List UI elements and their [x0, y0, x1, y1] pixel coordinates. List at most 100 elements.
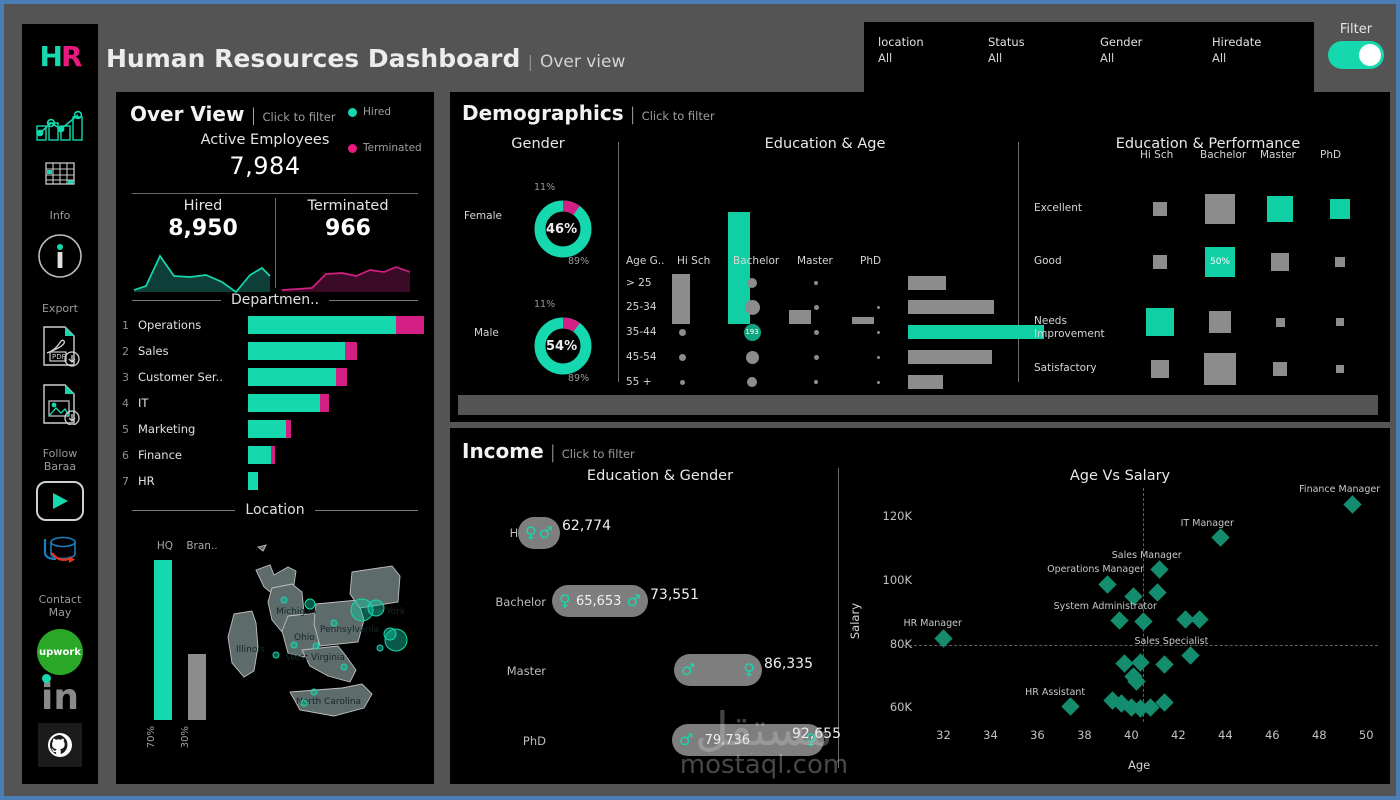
image-export-icon[interactable] — [39, 383, 81, 429]
department-bar[interactable] — [248, 316, 424, 334]
edu-perf-row-header[interactable]: Excellent — [1034, 202, 1104, 215]
scatter-point[interactable] — [1190, 609, 1209, 629]
female-symbol-master: ♀ — [743, 660, 755, 679]
edu-perf-cell[interactable] — [1151, 360, 1169, 378]
edu-perf-row-header[interactable]: Needs Improvement — [1034, 315, 1105, 341]
department-row[interactable]: 5 Marketing — [116, 420, 434, 438]
edu-perf-cell[interactable] — [1209, 311, 1231, 333]
filter-toggle-switch[interactable] — [1328, 41, 1384, 69]
scatter-point[interactable] — [1133, 612, 1153, 631]
department-row[interactable]: 4 IT — [116, 394, 434, 412]
github-icon[interactable] — [38, 723, 82, 767]
education-gender-title: Education & Gender — [586, 468, 734, 484]
edu-perf-col-header[interactable]: Bachelor — [1200, 149, 1246, 161]
table-icon[interactable] — [45, 161, 75, 191]
department-rank: 7 — [122, 474, 129, 488]
location-map[interactable]: Michigan Illinois Ohio Pennsylvania New … — [224, 542, 424, 772]
income-pill-bachelor[interactable]: ♀ 65,653 ♂ — [552, 585, 648, 617]
location-bar-hq[interactable]: HQ — [152, 540, 178, 552]
scatter-point[interactable] — [1211, 528, 1230, 548]
department-bar-terminated — [320, 394, 329, 412]
info-circle-icon[interactable] — [36, 232, 84, 284]
income-row-label-bachelor: Bachelor — [495, 595, 546, 609]
edu-perf-cell[interactable] — [1275, 317, 1285, 327]
department-row[interactable]: 1 Operations — [116, 316, 434, 334]
department-row[interactable]: 2 Sales — [116, 342, 434, 360]
chart-icon[interactable] — [34, 93, 86, 149]
edu-perf-col-header[interactable]: Hi Sch — [1140, 149, 1173, 161]
edu-perf-cell[interactable]: 50% — [1205, 247, 1235, 277]
department-divider: Departmen.. — [116, 292, 434, 308]
scatter-point-label: HR Manager — [903, 618, 962, 630]
filter-hiredate[interactable]: Hiredate All — [1212, 35, 1261, 65]
income-pill-hisch[interactable]: ♀ ♂ — [518, 517, 560, 549]
department-bar[interactable] — [248, 446, 275, 464]
edu-perf-cell[interactable] — [1330, 199, 1350, 219]
scatter-point[interactable] — [1110, 611, 1129, 630]
department-name: IT — [138, 396, 149, 410]
scatter-point[interactable] — [1150, 560, 1169, 579]
edu-perf-cell[interactable] — [1336, 365, 1344, 373]
edu-perf-row-header[interactable]: Good — [1034, 255, 1104, 268]
demographics-horizontal-scrollbar[interactable] — [458, 395, 1378, 415]
department-row[interactable]: 6 Finance — [116, 446, 434, 464]
department-bar[interactable] — [248, 394, 329, 412]
legend-hired[interactable]: Hired — [348, 106, 391, 118]
department-bar[interactable] — [248, 342, 357, 360]
edu-perf-cell[interactable] — [1205, 194, 1235, 224]
edu-perf-row-header[interactable]: Satisfactory — [1034, 362, 1104, 375]
location-bar-branch-label: Bran.. — [186, 540, 218, 552]
edu-perf-cell[interactable] — [1153, 202, 1167, 216]
income-pill-master[interactable]: ♂ ♀ — [674, 654, 762, 686]
department-bar[interactable] — [248, 368, 347, 386]
department-bar-hired — [248, 342, 345, 360]
department-name: Finance — [138, 448, 182, 462]
department-row[interactable]: 7 HR — [116, 472, 434, 490]
edu-perf-cell[interactable] — [1267, 196, 1293, 222]
linkedin-icon[interactable]: in — [41, 674, 79, 716]
scatter-point[interactable] — [1180, 646, 1200, 666]
location-hq-bar-fill[interactable] — [154, 560, 172, 720]
scatter-ytick: 60K — [889, 700, 912, 715]
age-salary-scatter-plot[interactable]: 60K 80K 100K 120K 32 34 36 38 40 42 44 46 48 50 Financ… — [864, 484, 1384, 750]
edu-perf-cell[interactable] — [1335, 257, 1345, 267]
department-bar[interactable] — [248, 420, 291, 438]
department-bar-hired — [248, 368, 336, 386]
location-branch-bar-fill[interactable] — [188, 654, 206, 720]
edu-perf-cell[interactable] — [1153, 255, 1167, 269]
upwork-icon[interactable]: upwork — [37, 629, 83, 675]
filter-toggle-group: Filter — [1320, 22, 1392, 69]
age-salary-ylabel: Salary — [848, 603, 862, 640]
active-employees-value: 7,984 — [229, 152, 301, 180]
department-bar[interactable] — [248, 472, 258, 490]
refresh-data-icon[interactable] — [38, 531, 82, 575]
scatter-xtick: 44 — [1218, 728, 1233, 742]
edu-perf-cell[interactable] — [1273, 362, 1287, 376]
edu-perf-cell[interactable] — [1271, 253, 1289, 271]
kpi-vertical-divider — [275, 198, 276, 288]
map-label-westvirginia: West Virginia — [286, 653, 345, 663]
location-divider: Location — [116, 502, 434, 518]
filter-status[interactable]: Status All — [988, 35, 1025, 65]
edu-perf-cell[interactable] — [1204, 353, 1236, 385]
scatter-point[interactable] — [1155, 655, 1174, 674]
scatter-point[interactable] — [1148, 582, 1167, 602]
income-filter-hint[interactable]: Click to filter — [562, 447, 635, 461]
edu-perf-cell[interactable] — [1336, 318, 1344, 326]
scatter-point[interactable] — [1098, 574, 1118, 594]
play-button-icon[interactable] — [36, 481, 84, 521]
male-symbol-phd: ♂ — [679, 730, 694, 749]
demographics-panel: Demographics | Click to filter Gender Fe… — [450, 92, 1390, 422]
scatter-point[interactable] — [1061, 697, 1080, 717]
filter-gender[interactable]: Gender All — [1100, 35, 1142, 65]
filter-location-label: location — [878, 35, 924, 49]
edu-perf-cell[interactable] — [1146, 308, 1174, 336]
overview-filter-hint[interactable]: Click to filter — [263, 110, 336, 124]
edu-perf-col-header[interactable]: PhD — [1320, 149, 1341, 161]
scatter-point[interactable] — [1342, 495, 1362, 514]
pdf-export-icon[interactable]: PDF — [39, 325, 81, 371]
edu-perf-col-header[interactable]: Master — [1260, 149, 1296, 161]
department-row[interactable]: 3 Customer Ser.. — [116, 368, 434, 386]
location-bar-branch[interactable]: Bran.. — [180, 540, 224, 552]
filter-location[interactable]: location All — [878, 35, 924, 65]
